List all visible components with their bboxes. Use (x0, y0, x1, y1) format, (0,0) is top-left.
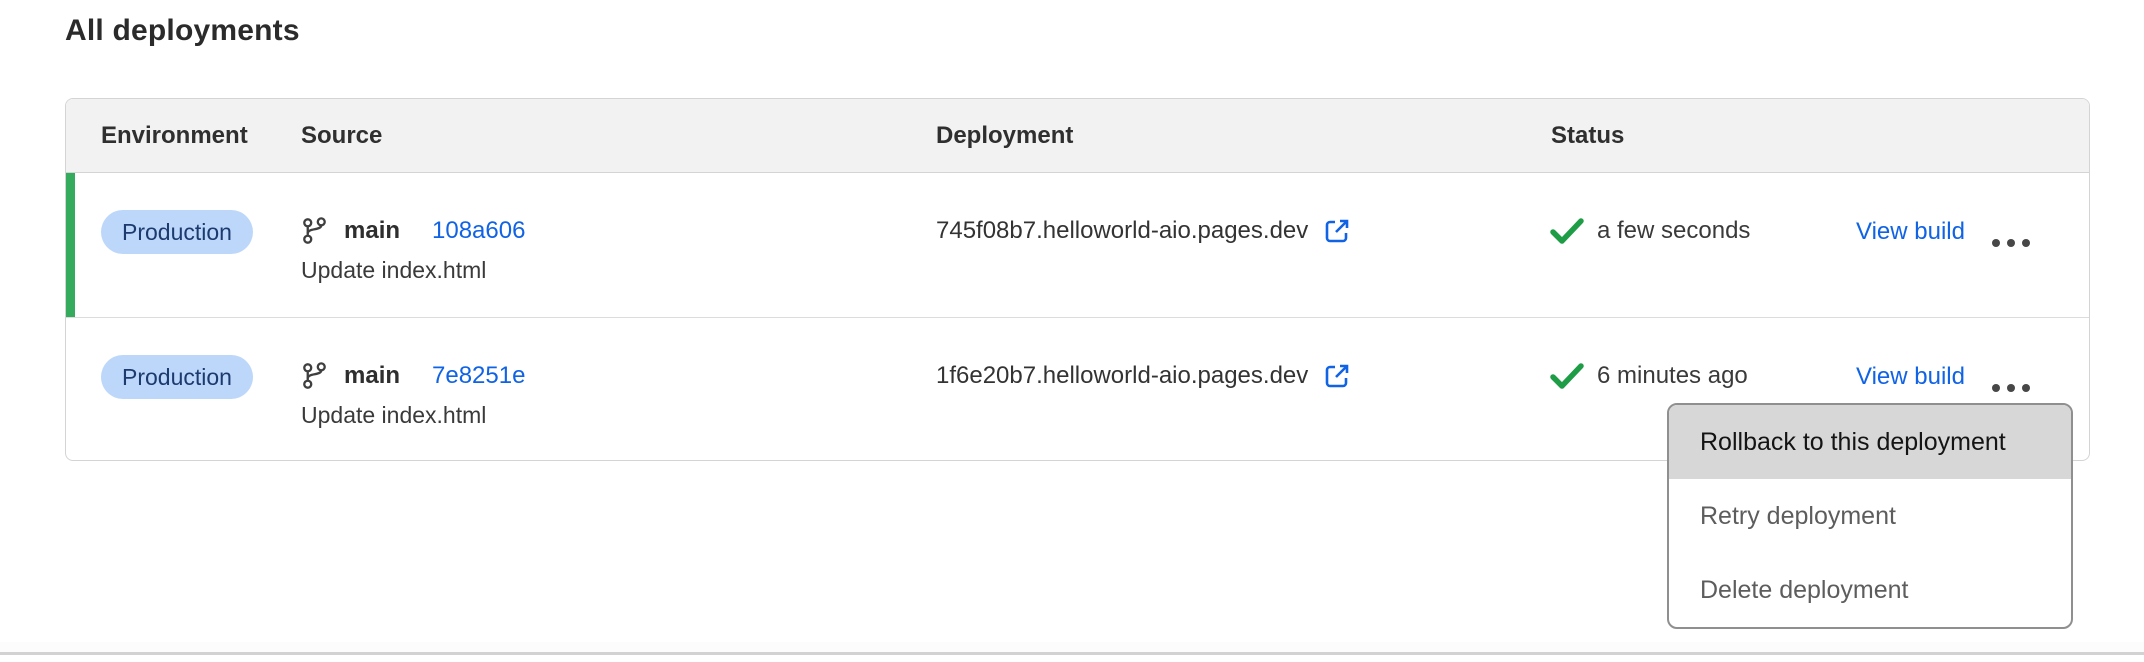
git-branch-icon (301, 216, 328, 246)
overflow-menu-button[interactable] (1976, 223, 2046, 263)
commit-message: Update index.html (301, 257, 486, 284)
check-icon (1549, 217, 1585, 245)
active-deployment-indicator (66, 173, 75, 317)
column-header-deployment: Deployment (936, 99, 1073, 172)
page-bottom-strip (0, 642, 2144, 652)
table-row: Production main 108a606 Update index.htm… (66, 173, 2089, 318)
table-header-row: Environment Source Deployment Status (66, 99, 2089, 173)
ellipsis-icon (1992, 384, 2000, 392)
deployment-actions-menu: Rollback to this deployment Retry deploy… (1667, 403, 2073, 629)
deployment-cell: 1f6e20b7.helloworld-aio.pages.dev (936, 360, 1351, 392)
deployment-url: 745f08b7.helloworld-aio.pages.dev (936, 217, 1308, 245)
environment-badge: Production (101, 355, 253, 399)
commit-link[interactable]: 7e8251e (432, 362, 525, 390)
status-cell: a few seconds (1549, 215, 1750, 247)
source-cell: main 108a606 (301, 215, 525, 247)
deployment-url: 1f6e20b7.helloworld-aio.pages.dev (936, 362, 1308, 390)
column-header-source: Source (301, 99, 382, 172)
git-branch-icon (301, 361, 328, 391)
page-title: All deployments (65, 14, 300, 48)
external-link-icon[interactable] (1323, 217, 1351, 245)
overflow-menu-button[interactable] (1976, 368, 2046, 408)
ellipsis-icon (1992, 239, 2000, 247)
deployment-cell: 745f08b7.helloworld-aio.pages.dev (936, 215, 1351, 247)
check-icon (1549, 362, 1585, 390)
deployments-page: All deployments Environment Source Deplo… (0, 0, 2144, 662)
menu-item-delete[interactable]: Delete deployment (1669, 553, 2071, 627)
status-time: a few seconds (1597, 217, 1750, 245)
view-build-link[interactable]: View build (1856, 218, 1965, 246)
environment-badge: Production (101, 210, 253, 254)
source-cell: main 7e8251e (301, 360, 525, 392)
branch-name: main (344, 362, 400, 390)
commit-message: Update index.html (301, 402, 486, 429)
column-header-status: Status (1551, 99, 1624, 172)
page-bottom-divider (0, 652, 2144, 655)
column-header-environment: Environment (101, 99, 248, 172)
status-time: 6 minutes ago (1597, 362, 1748, 390)
branch-name: main (344, 217, 400, 245)
commit-link[interactable]: 108a606 (432, 217, 525, 245)
status-cell: 6 minutes ago (1549, 360, 1748, 392)
view-build-link[interactable]: View build (1856, 363, 1965, 391)
external-link-icon[interactable] (1323, 362, 1351, 390)
menu-item-rollback[interactable]: Rollback to this deployment (1669, 405, 2071, 479)
menu-item-retry[interactable]: Retry deployment (1669, 479, 2071, 553)
